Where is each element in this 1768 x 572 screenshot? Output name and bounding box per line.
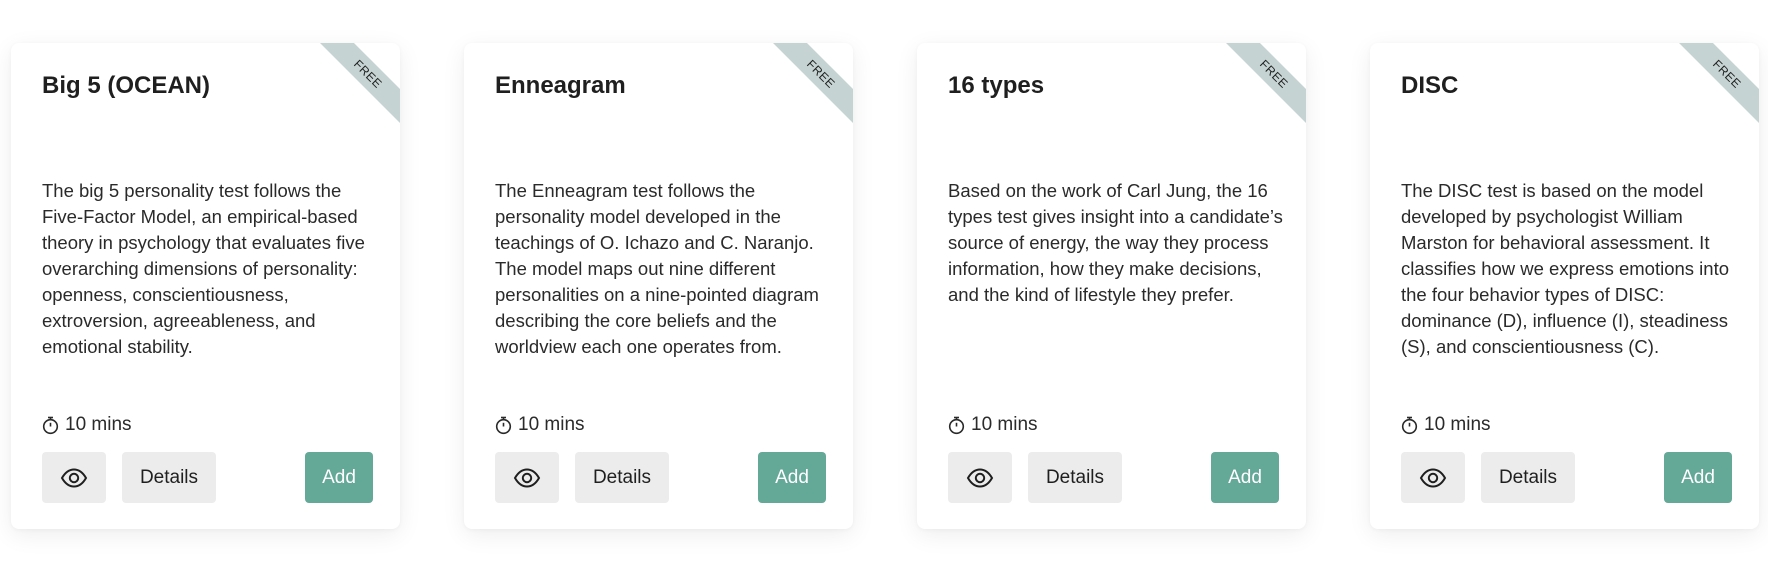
stopwatch-icon <box>42 416 59 434</box>
free-badge: FREE <box>759 43 853 136</box>
card-duration: 10 mins <box>42 414 132 436</box>
free-ribbon: FREE <box>304 43 400 139</box>
free-ribbon: FREE <box>1210 43 1306 139</box>
stopwatch-icon <box>495 416 512 434</box>
test-card-16types: FREE 16 types Based on the work of Carl … <box>917 43 1306 529</box>
preview-button[interactable] <box>1401 452 1465 503</box>
test-card-enneagram: FREE Enneagram The Enneagram test follow… <box>464 43 853 529</box>
stopwatch-icon <box>1401 416 1418 434</box>
test-card-list: FREE Big 5 (OCEAN) The big 5 personality… <box>11 43 1759 529</box>
add-button[interactable]: Add <box>305 452 373 503</box>
free-ribbon: FREE <box>1663 43 1759 139</box>
free-badge: FREE <box>1665 43 1759 136</box>
eye-icon <box>60 467 88 488</box>
card-description: Based on the work of Carl Jung, the 16 t… <box>948 180 1283 305</box>
card-description: The DISC test is based on the model deve… <box>1401 180 1730 357</box>
test-card-disc: FREE DISC The DISC test is based on the … <box>1370 43 1759 529</box>
card-duration: 10 mins <box>1401 414 1491 436</box>
card-description: The big 5 personality test follows the F… <box>42 180 365 357</box>
add-button[interactable]: Add <box>1211 452 1279 503</box>
preview-button[interactable] <box>495 452 559 503</box>
details-button[interactable]: Details <box>575 452 669 503</box>
card-title: Enneagram <box>495 72 626 99</box>
card-duration: 10 mins <box>495 414 585 436</box>
card-description: The Enneagram test follows the personali… <box>495 180 819 357</box>
add-button[interactable]: Add <box>758 452 826 503</box>
free-badge: FREE <box>306 43 400 136</box>
preview-button[interactable] <box>42 452 106 503</box>
duration-text: 10 mins <box>65 414 132 435</box>
free-badge: FREE <box>1212 43 1306 136</box>
free-ribbon: FREE <box>757 43 853 139</box>
details-button[interactable]: Details <box>1481 452 1575 503</box>
eye-icon <box>1419 467 1447 488</box>
card-title: DISC <box>1401 72 1459 99</box>
eye-icon <box>966 467 994 488</box>
eye-icon <box>513 467 541 488</box>
duration-text: 10 mins <box>518 414 585 435</box>
duration-text: 10 mins <box>971 414 1038 435</box>
card-title: Big 5 (OCEAN) <box>42 72 210 99</box>
add-button[interactable]: Add <box>1664 452 1732 503</box>
card-title: 16 types <box>948 72 1045 99</box>
details-button[interactable]: Details <box>1028 452 1122 503</box>
preview-button[interactable] <box>948 452 1012 503</box>
card-duration: 10 mins <box>948 414 1038 436</box>
stopwatch-icon <box>948 416 965 434</box>
details-button[interactable]: Details <box>122 452 216 503</box>
duration-text: 10 mins <box>1424 414 1491 435</box>
test-card-big5: FREE Big 5 (OCEAN) The big 5 personality… <box>11 43 400 529</box>
